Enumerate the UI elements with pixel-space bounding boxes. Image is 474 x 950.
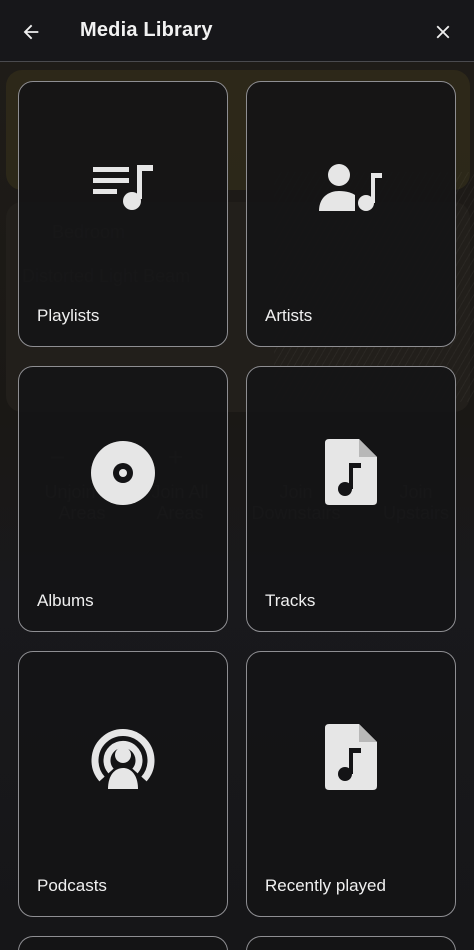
- tile-partial-left[interactable]: [18, 936, 228, 950]
- arrow-left-icon: [23, 24, 39, 40]
- page-title: Media Library: [80, 19, 213, 41]
- tile-label: Tracks: [265, 591, 316, 610]
- close-icon: [436, 25, 450, 39]
- account-music-icon: [319, 164, 382, 211]
- tile-tracks[interactable]: Tracks: [246, 366, 456, 632]
- tile-label: Recently played: [265, 876, 386, 895]
- podcast-icon: [91, 728, 155, 789]
- tile-label: Artists: [265, 306, 313, 325]
- tile-artists[interactable]: Artists: [246, 81, 456, 347]
- album-disc-icon: [91, 441, 155, 505]
- close-button[interactable]: [426, 15, 460, 49]
- tile-label: Playlists: [37, 306, 100, 325]
- dialog-header: Media Library: [0, 0, 474, 62]
- tile-playlists[interactable]: Playlists: [18, 81, 228, 347]
- tile-albums[interactable]: Albums: [18, 366, 228, 632]
- tile-recently-played[interactable]: Recently played: [246, 651, 456, 917]
- tile-label: Podcasts: [37, 876, 107, 895]
- tile-label: Albums: [37, 591, 94, 610]
- music-file-icon: [325, 439, 377, 505]
- back-button[interactable]: [14, 15, 48, 49]
- playlist-music-icon: [93, 165, 153, 210]
- music-file-icon: [325, 724, 377, 790]
- tile-partial-right[interactable]: [246, 936, 456, 950]
- tile-podcasts[interactable]: Podcasts: [18, 651, 228, 917]
